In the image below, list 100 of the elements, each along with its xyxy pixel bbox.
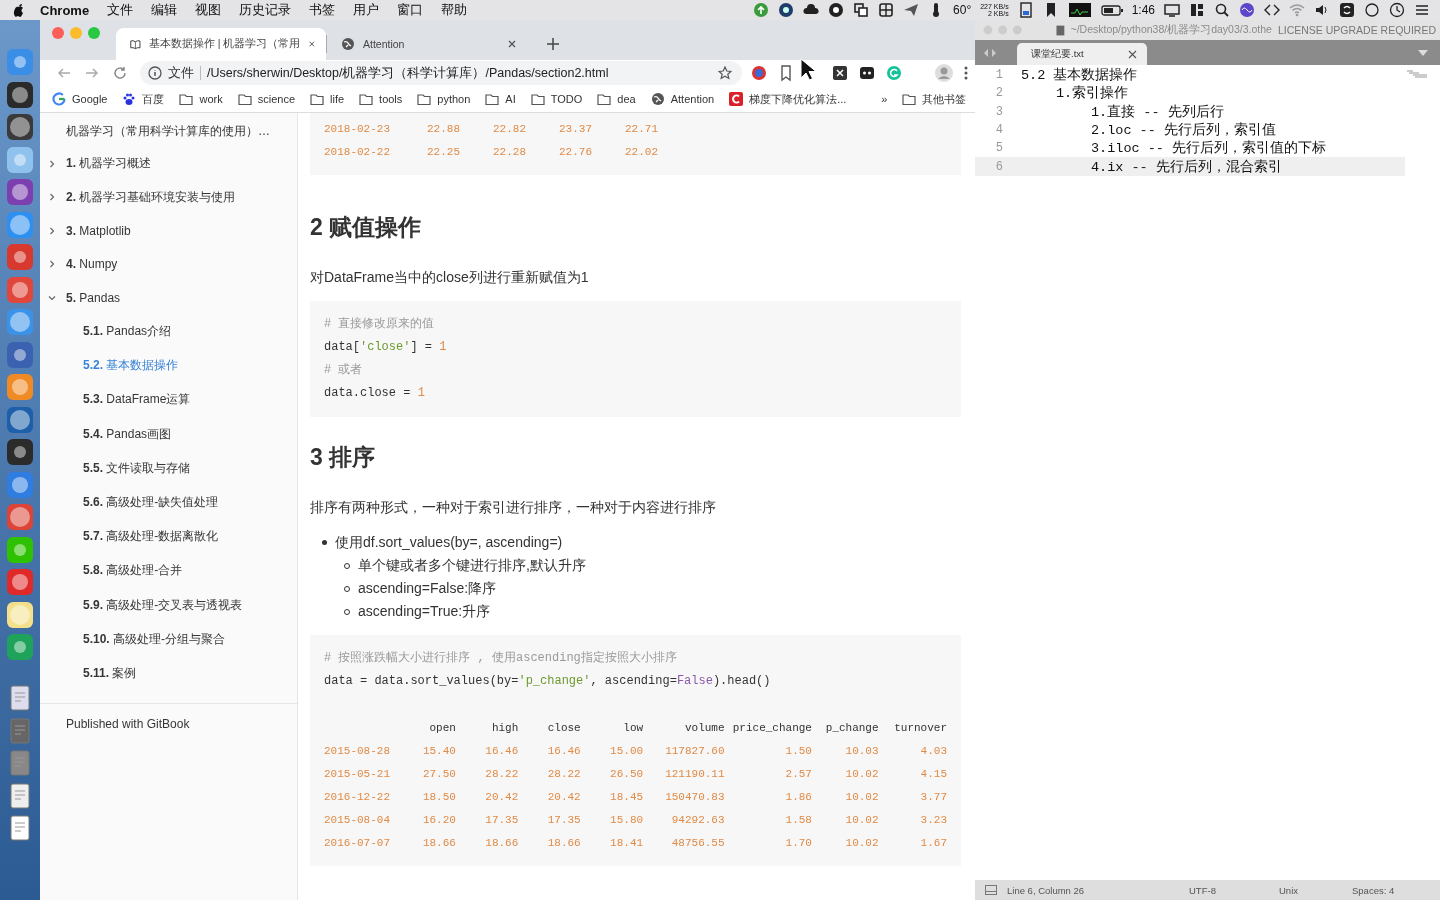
file-tab[interactable]: 课堂纪要.txt xyxy=(1017,43,1147,65)
nav-link[interactable]: 5.6. 高级处理-缺失值处理 xyxy=(40,494,219,512)
bookmark-link[interactable]: python xyxy=(417,92,471,106)
bookmark-link[interactable]: 百度 xyxy=(122,91,165,107)
close-window-button[interactable] xyxy=(52,27,64,39)
menu-item[interactable]: 历史记录 xyxy=(230,1,301,19)
nav-link[interactable]: 5.4. Pandas画图 xyxy=(40,425,172,443)
send-icon[interactable] xyxy=(903,2,920,18)
nav-link[interactable]: 5.7. 高级处理-数据离散化 xyxy=(40,528,219,546)
app-icon[interactable] xyxy=(6,113,34,141)
menu-item[interactable]: 文件 xyxy=(98,1,143,19)
siri-icon[interactable] xyxy=(1239,2,1255,18)
app-icon[interactable] xyxy=(6,178,34,206)
nav-link[interactable]: 5.5. 文件读取与存储 xyxy=(40,459,191,477)
chevron-icon[interactable] xyxy=(48,260,56,269)
bookmark-link[interactable]: TODO xyxy=(530,92,583,106)
forward-icon[interactable] xyxy=(85,66,99,80)
more-menu-icon[interactable] xyxy=(963,65,969,81)
close-icon[interactable] xyxy=(308,39,316,49)
app-menu[interactable]: Chrome xyxy=(26,2,99,18)
bookmark-link[interactable]: work xyxy=(179,92,223,106)
menu-item[interactable]: 编辑 xyxy=(142,1,187,19)
bookmark-link[interactable]: science xyxy=(237,92,295,106)
app-grid-icon[interactable] xyxy=(1189,2,1205,18)
update-icon[interactable] xyxy=(753,2,770,18)
nav-link[interactable]: 5.9. 高级处理-交叉表与透视表 xyxy=(40,596,243,614)
grid-icon[interactable] xyxy=(878,2,895,18)
nav-link[interactable]: 3. Matplotlib xyxy=(40,223,131,238)
menu-item[interactable]: 帮助 xyxy=(432,1,477,19)
cursor-icon xyxy=(800,58,816,82)
nav-link[interactable]: 5.8. 高级处理-合并 xyxy=(40,562,183,580)
app-icon[interactable] xyxy=(6,80,34,109)
paragraph: 排序有两种形式，一种对于索引进行排序，一种对于内容进行排序 xyxy=(310,498,717,517)
app-status-icon[interactable] xyxy=(778,2,795,18)
windows-icon[interactable] xyxy=(853,2,870,18)
folder-icon xyxy=(237,92,252,106)
bookmark-link[interactable]: tools xyxy=(359,92,403,106)
app-icon[interactable] xyxy=(6,600,34,629)
circle-icon[interactable] xyxy=(1364,2,1380,18)
menu-icon[interactable] xyxy=(1414,2,1430,18)
nav-link[interactable]: 5.1. Pandas介绍 xyxy=(40,323,172,341)
nav-link[interactable]: 2. 机器学习基础环境安装与使用 xyxy=(40,188,236,206)
chevron-icon[interactable] xyxy=(48,159,56,168)
extension-icon[interactable] xyxy=(831,64,849,82)
line-number: 2 xyxy=(994,86,1003,101)
record-icon[interactable] xyxy=(828,2,845,18)
folder-icon xyxy=(179,92,194,106)
menu-item[interactable]: 视图 xyxy=(186,1,231,19)
nav-link[interactable]: 4. Numpy xyxy=(40,257,118,272)
reload-icon[interactable] xyxy=(113,66,127,80)
menu-item[interactable]: 书签 xyxy=(300,1,345,19)
wifi-icon[interactable] xyxy=(1289,2,1305,18)
browser-tab[interactable]: 基本数据操作 | 机器学习（常用 xyxy=(116,28,326,60)
publisher-link[interactable]: Published with GitBook xyxy=(40,702,297,731)
panel-icon[interactable] xyxy=(985,885,997,895)
extension-icon[interactable] xyxy=(858,64,876,82)
back-icon[interactable] xyxy=(57,66,71,80)
browser-tab[interactable]: Attention xyxy=(327,28,527,60)
temperature-reading: 60° xyxy=(953,3,972,17)
star-icon[interactable] xyxy=(718,66,732,80)
bullet-icon xyxy=(322,540,327,545)
search-icon[interactable] xyxy=(1214,2,1230,18)
close-icon[interactable] xyxy=(1128,49,1137,59)
chevron-icon[interactable] xyxy=(48,193,56,202)
memory-icon[interactable] xyxy=(1017,2,1034,18)
address-bar[interactable]: 文件 /Users/sherwin/Desktop/机器学习（科学计算库）/Pandas/section2.html xyxy=(140,61,742,85)
app-icon[interactable] xyxy=(6,633,34,661)
nav-link[interactable]: 5.3. DataFrame运算 xyxy=(40,391,191,409)
menu-item[interactable]: 用户 xyxy=(344,1,389,19)
nav-link[interactable]: 5. Pandas xyxy=(40,290,121,305)
battery-icon[interactable] xyxy=(1100,2,1123,18)
app-icon[interactable] xyxy=(6,535,34,564)
code-icon[interactable] xyxy=(1264,2,1280,18)
menu-item[interactable]: 窗口 xyxy=(388,1,433,19)
nav-link[interactable]: 5.10. 高级处理-分组与聚合 xyxy=(40,630,226,648)
new-tab-icon[interactable] xyxy=(547,38,559,50)
nav-link[interactable]: 5.11. 案例 xyxy=(40,664,137,682)
bookmark-link[interactable]: dea xyxy=(597,92,636,106)
chevron-icon[interactable] xyxy=(48,226,56,235)
bookmark-link[interactable]: Attention xyxy=(650,92,715,106)
column-header: close xyxy=(518,716,581,739)
more-bookmarks-button[interactable]: » xyxy=(881,93,888,105)
bookmark-link[interactable]: Google xyxy=(52,92,108,106)
display-icon[interactable] xyxy=(1164,2,1180,18)
bookmark-link[interactable]: 其他书签 xyxy=(902,91,967,107)
app-icon[interactable] xyxy=(6,438,34,466)
profile-avatar-icon[interactable] xyxy=(934,63,954,83)
sync-icon[interactable] xyxy=(1339,2,1355,18)
bookmark-link[interactable]: 梯度下降优化算法... xyxy=(729,91,847,107)
bookmark-link[interactable]: AI xyxy=(485,92,516,106)
chevron-icon[interactable] xyxy=(48,293,56,302)
volume-icon[interactable] xyxy=(1314,2,1330,18)
nav-link[interactable]: 1. 机器学习概述 xyxy=(40,155,152,173)
apple-icon[interactable] xyxy=(12,2,26,18)
nav-link[interactable]: 5.2. 基本数据操作 xyxy=(40,357,179,375)
dropdown-icon[interactable] xyxy=(1418,49,1428,56)
monitor-icon[interactable] xyxy=(1067,2,1092,18)
close-icon[interactable] xyxy=(507,39,517,49)
clock-icon[interactable] xyxy=(1389,2,1405,18)
bookmark-link[interactable]: life xyxy=(310,92,345,106)
